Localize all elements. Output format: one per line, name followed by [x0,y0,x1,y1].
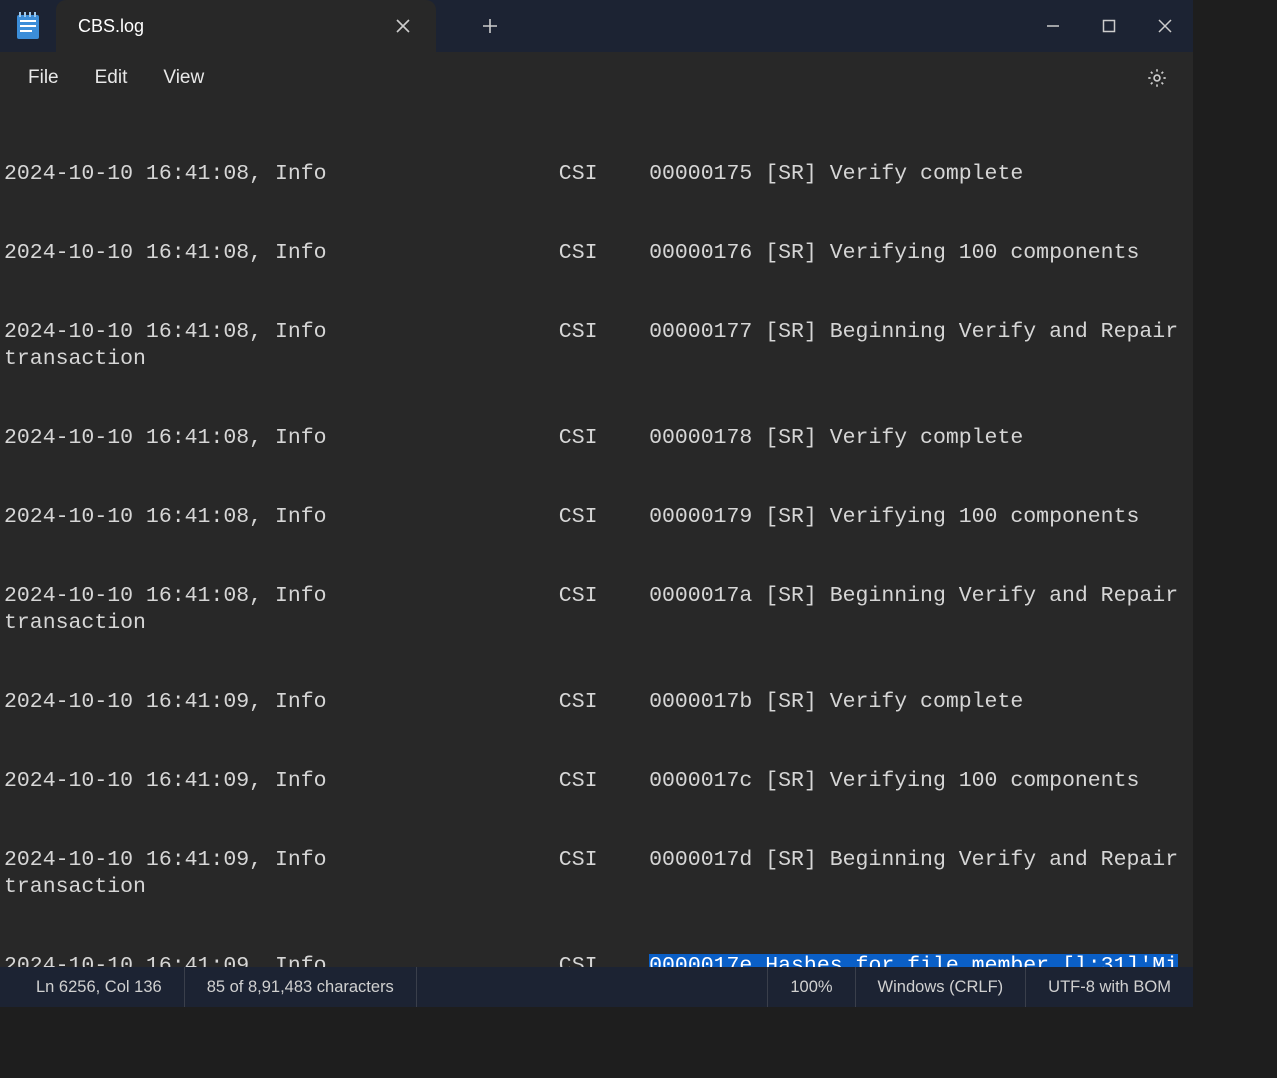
status-eol[interactable]: Windows (CRLF) [856,967,1027,1007]
tab-title: CBS.log [78,16,144,37]
log-line: 2024-10-10 16:41:08, Info CSI 00000178 [… [4,425,1187,451]
log-line-selected: 2024-10-10 16:41:09, Info CSI 0000017e H… [4,953,1187,967]
status-position[interactable]: Ln 6256, Col 136 [0,967,184,1007]
log-line: 2024-10-10 16:41:09, Info CSI 0000017b [… [4,689,1187,715]
log-line: 2024-10-10 16:41:08, Info CSI 0000017a [… [4,583,1187,636]
status-zoom[interactable]: 100% [767,967,855,1007]
new-tab-button[interactable] [468,4,512,48]
menu-file[interactable]: File [10,61,77,95]
menu-edit[interactable]: Edit [77,61,146,95]
gear-icon[interactable] [1137,58,1177,98]
minimize-button[interactable] [1025,0,1081,52]
status-characters[interactable]: 85 of 8,91,483 characters [184,967,417,1007]
log-line: 2024-10-10 16:41:08, Info CSI 00000176 [… [4,240,1187,266]
close-button[interactable] [1137,0,1193,52]
log-line: 2024-10-10 16:41:08, Info CSI 00000179 [… [4,504,1187,530]
notepad-icon [14,12,42,40]
log-line: 2024-10-10 16:41:09, Info CSI 0000017c [… [4,768,1187,794]
menubar: File Edit View [0,52,1193,104]
close-icon[interactable] [388,11,418,41]
tab-active[interactable]: CBS.log [56,0,436,52]
editor-area[interactable]: 2024-10-10 16:41:08, Info CSI 00000175 [… [0,104,1193,967]
log-line: 2024-10-10 16:41:08, Info CSI 00000177 [… [4,319,1187,372]
log-line: 2024-10-10 16:41:09, Info CSI 0000017d [… [4,847,1187,900]
menu-view[interactable]: View [145,61,222,95]
window-controls [1025,0,1193,52]
statusbar: Ln 6256, Col 136 85 of 8,91,483 characte… [0,967,1193,1007]
maximize-button[interactable] [1081,0,1137,52]
titlebar: CBS.log [0,0,1193,52]
log-line: 2024-10-10 16:41:08, Info CSI 00000175 [… [4,161,1187,187]
status-encoding[interactable]: UTF-8 with BOM [1026,967,1193,1007]
